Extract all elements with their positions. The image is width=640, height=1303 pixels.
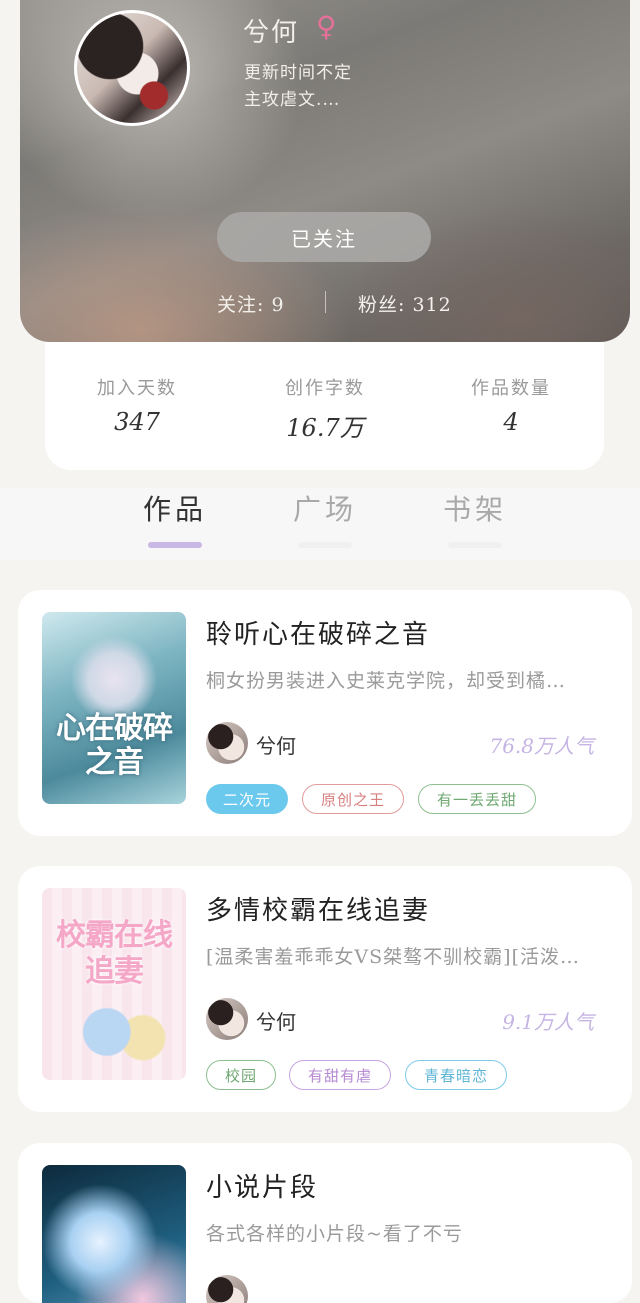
fans-count[interactable]: 粉丝: 312 <box>358 290 452 317</box>
bio-line: 主攻虐文.… <box>244 90 341 110</box>
following-count[interactable]: 关注: 9 <box>217 290 285 317</box>
book-cover[interactable] <box>42 1165 186 1303</box>
stat-value: 16.7万 <box>286 414 364 442</box>
profile-header: 兮何 ♀ 更新时间不定 主攻虐文.… 已关注 关注: 9 粉丝: 312 <box>20 0 630 342</box>
work-title[interactable]: 多情校霸在线追妻 <box>206 890 430 927</box>
stat-works-count: 作品数量 4 <box>421 374 601 436</box>
work-description: [温柔害羞乖乖女VS桀骜不驯校霸][活泼… <box>206 946 580 968</box>
stat-value: 4 <box>503 408 519 436</box>
author-avatar[interactable] <box>206 1275 248 1303</box>
work-card[interactable]: 小说片段 各式各样的小片段~看了不亏 <box>18 1143 632 1303</box>
work-description: 桐女扮男装进入史莱克学院，却受到橘… <box>206 670 567 692</box>
tab-indicator <box>448 542 502 548</box>
tag[interactable]: 二次元 <box>206 784 288 814</box>
tab-bookshelf[interactable]: 书架 <box>420 488 530 548</box>
work-card[interactable]: 校霸在线追妻 多情校霸在线追妻 [温柔害羞乖乖女VS桀骜不驯校霸][活泼… 兮何… <box>18 866 632 1112</box>
work-title[interactable]: 聆听心在破碎之音 <box>206 614 430 651</box>
cover-title: 心在破碎之音 <box>56 711 173 780</box>
book-cover[interactable]: 心在破碎之音 <box>42 612 186 804</box>
stat-word-count: 创作字数 16.7万 <box>235 374 415 443</box>
tab-square[interactable]: 广场 <box>270 488 380 548</box>
divider <box>325 291 326 313</box>
tag[interactable]: 原创之王 <box>302 784 404 814</box>
stat-label: 作品数量 <box>471 378 551 399</box>
tag[interactable]: 校园 <box>206 1060 276 1090</box>
stat-value: 347 <box>114 408 160 436</box>
popularity: 76.8万人气 <box>489 734 594 758</box>
tab-indicator <box>148 542 202 548</box>
tab-label: 作品 <box>142 493 207 526</box>
book-cover[interactable]: 校霸在线追妻 <box>42 888 186 1080</box>
work-card[interactable]: 心在破碎之音 聆听心在破碎之音 桐女扮男装进入史莱克学院，却受到橘… 兮何 76… <box>18 590 632 836</box>
stat-label: 加入天数 <box>97 378 177 399</box>
profile-name: 兮何 <box>243 18 300 48</box>
work-title[interactable]: 小说片段 <box>206 1167 318 1204</box>
tag[interactable]: 有甜有虐 <box>289 1060 391 1090</box>
bio-line: 更新时间不定 <box>244 63 352 83</box>
tab-works[interactable]: 作品 <box>120 488 230 548</box>
tab-indicator <box>298 542 352 548</box>
tab-label: 书架 <box>442 493 507 526</box>
stat-join-days: 加入天数 347 <box>47 374 227 436</box>
tab-label: 广场 <box>292 493 357 526</box>
popularity: 9.1万人气 <box>502 1010 594 1034</box>
stats-panel: 加入天数 347 创作字数 16.7万 作品数量 4 <box>45 342 604 470</box>
follow-button[interactable]: 已关注 <box>217 212 431 262</box>
stat-label: 创作字数 <box>285 378 365 399</box>
author-name[interactable]: 兮何 <box>256 1006 296 1035</box>
tag[interactable]: 青春暗恋 <box>405 1060 507 1090</box>
profile-bio: 更新时间不定 主攻虐文.… <box>244 60 352 114</box>
profile-avatar[interactable] <box>74 10 190 126</box>
female-icon: ♀ <box>316 10 337 43</box>
author-name[interactable]: 兮何 <box>256 730 296 759</box>
tab-bar: 作品 广场 书架 <box>0 488 640 560</box>
author-avatar[interactable] <box>206 998 248 1040</box>
author-avatar[interactable] <box>206 722 248 764</box>
cover-title: 校霸在线追妻 <box>56 918 173 989</box>
tag[interactable]: 有一丢丢甜 <box>418 784 536 814</box>
work-description: 各式各样的小片段~看了不亏 <box>206 1223 463 1245</box>
